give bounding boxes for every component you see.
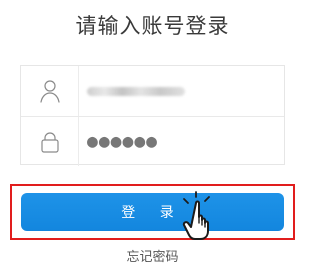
password-masked-value: ●●●●●● [87,130,159,152]
forgot-password-link[interactable]: 忘记密码 [0,246,305,265]
hand-pointer-icon [180,191,222,241]
user-icon [21,66,79,116]
username-field[interactable] [87,66,278,116]
username-value-obscured [87,86,185,96]
password-row[interactable]: ●●●●●● [21,116,284,166]
login-form: ●●●●●● [20,65,285,166]
username-row[interactable] [21,66,284,116]
password-field[interactable]: ●●●●●● [87,117,278,166]
login-button[interactable]: 登 录 [21,193,284,231]
login-button-label: 登 录 [121,205,184,221]
page-title: 请输入账号登录 [75,14,230,38]
lock-icon [21,117,79,166]
